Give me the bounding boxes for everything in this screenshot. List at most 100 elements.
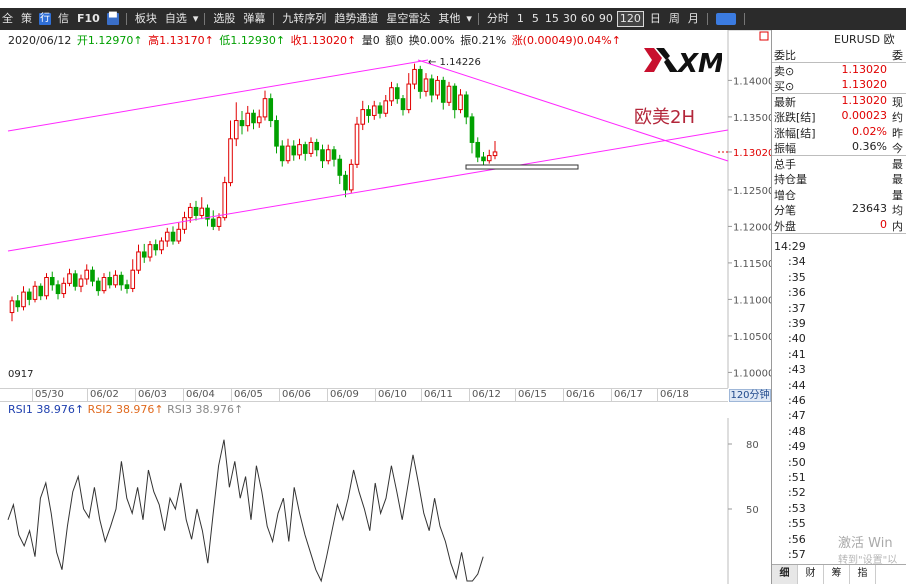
tick-time: :35: [788, 270, 806, 284]
candle: [170, 226, 176, 245]
price-label: 1.13500: [733, 113, 771, 124]
candle: [251, 109, 256, 130]
period-intraday[interactable]: 分时: [483, 8, 513, 30]
date-label: 06/06: [282, 389, 311, 400]
tick-time: :57: [788, 548, 806, 561]
candle: [15, 295, 21, 312]
toolbar-item-info[interactable]: 信: [54, 8, 73, 30]
period-120m[interactable]: 120: [616, 11, 644, 27]
quote-row: 卖⊙ 1.13020: [772, 63, 906, 79]
dropdown-arrow-icon[interactable]: ▾: [464, 8, 474, 30]
rsi-chart[interactable]: 80 50: [0, 418, 771, 584]
candle: [475, 137, 481, 163]
rsi-level-label: 80: [746, 440, 759, 451]
lower-channel-line[interactable]: [7, 129, 729, 252]
candle: [72, 270, 78, 291]
period-60m[interactable]: 60: [579, 8, 597, 30]
period-5m[interactable]: 5: [528, 8, 543, 30]
candle: [32, 281, 38, 303]
period-tag[interactable]: 120分钟: [729, 389, 771, 402]
candle: [245, 105, 251, 132]
period-month[interactable]: 月: [684, 8, 703, 30]
period-week[interactable]: 周: [665, 8, 684, 30]
screen-icon[interactable]: [715, 13, 736, 25]
toolbar-item-radar[interactable]: 星空雷达: [382, 8, 434, 30]
date-label: 06/02: [90, 389, 119, 400]
window-edge: [906, 0, 923, 584]
candle: [354, 116, 360, 168]
toolbar-divider: [743, 13, 745, 25]
date-tick: [135, 389, 136, 402]
candle: [440, 76, 446, 110]
candle: [463, 91, 469, 125]
price-label: 1.12500: [733, 186, 771, 197]
price-label: 1.11000: [733, 295, 771, 306]
quote-row-value: 0: [880, 217, 887, 231]
period-90m[interactable]: 90: [597, 8, 615, 30]
candle: [291, 140, 297, 161]
toolbar-item-other[interactable]: 其他: [434, 8, 464, 30]
toolbar-item-nine-turn[interactable]: 九转序列: [278, 8, 330, 30]
date-tick: [375, 389, 376, 402]
toolbar-item-danmu[interactable]: 弹幕: [239, 8, 269, 30]
quote-row-extra: 约: [892, 111, 903, 124]
candlestick-chart[interactable]: 1.14000 1.13500 1.13020 1.12500 1.12000 1.115…: [0, 30, 771, 388]
candle: [233, 102, 239, 147]
candle: [285, 138, 291, 164]
period-day[interactable]: 日: [646, 8, 665, 30]
toolbar-item-stock-picker[interactable]: 选股: [209, 8, 239, 30]
toolbar-item-all[interactable]: 全: [0, 8, 17, 30]
candle: [394, 83, 400, 104]
candle: [130, 259, 136, 293]
quote-row-extra: 昨: [892, 126, 903, 140]
candles: [9, 63, 498, 322]
window-icon[interactable]: ▀: [106, 13, 119, 25]
candle: [84, 264, 90, 285]
toolbar-item-trend-channel[interactable]: 趋势通道: [330, 8, 382, 30]
tick-time: :51: [788, 471, 806, 484]
tick-time: :40: [788, 332, 806, 346]
quote-tab[interactable]: 细: [772, 565, 798, 584]
quote-row-extra: 今: [892, 142, 903, 155]
candle: [61, 277, 67, 298]
candle: [124, 279, 130, 294]
period-15m[interactable]: 15: [543, 8, 561, 30]
date-label: 06/16: [566, 389, 595, 400]
toolbar-item-watchlist[interactable]: 自选: [161, 8, 191, 30]
candle: [417, 65, 423, 99]
quote-tab[interactable]: 财: [798, 565, 824, 584]
quote-row-value: 23643: [852, 202, 887, 215]
toolbar-item-sector[interactable]: 板块: [131, 8, 161, 30]
quote-row-extra: 均: [892, 204, 903, 217]
period-1m[interactable]: 1: [513, 8, 528, 30]
toolbar-item-quote[interactable]: 行: [39, 13, 51, 25]
date-tick: [32, 389, 33, 402]
quote-row-extra: 最: [892, 173, 903, 186]
candle: [302, 141, 308, 161]
tick-time: :52: [788, 486, 806, 500]
candle: [360, 100, 366, 131]
period-30m[interactable]: 30: [561, 8, 579, 30]
quote-tab[interactable]: 指: [850, 565, 876, 584]
candle: [9, 296, 15, 322]
tick-time: :56: [788, 532, 806, 546]
candle: [210, 210, 216, 231]
axis-marker-icon[interactable]: [759, 31, 769, 41]
candle: [199, 197, 205, 220]
dropdown-arrow-icon[interactable]: ▾: [191, 8, 201, 30]
toolbar-item-f10[interactable]: F10: [73, 8, 104, 30]
support-box[interactable]: [465, 164, 579, 170]
quote-row: 分笔 23643 均: [772, 202, 906, 218]
toolbar-divider: [125, 13, 127, 25]
candle: [26, 288, 32, 306]
candle: [406, 73, 412, 114]
quote-panel: EURUSD 欧 委比 委卖⊙ 1.13020 买⊙ 1.13020 最新 1.13020 现…: [771, 30, 906, 584]
candle: [90, 266, 95, 287]
rsi-series-line: [7, 439, 484, 583]
candle: [44, 273, 49, 300]
quote-row-value: 1.13020: [841, 62, 888, 76]
quote-tab[interactable]: 筹: [824, 565, 850, 584]
toolbar-item-strategy[interactable]: 策: [17, 8, 36, 30]
candle: [412, 63, 417, 90]
quote-row-extra: 内: [892, 219, 903, 233]
